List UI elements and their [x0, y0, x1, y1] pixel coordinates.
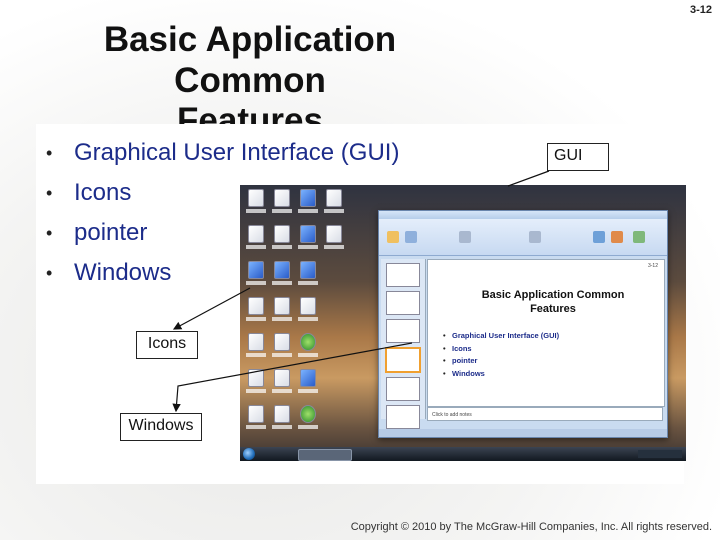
- copyright-notice: Copyright © 2010 by The McGraw-Hill Comp…: [350, 521, 712, 533]
- callout-arrows: [172, 170, 550, 413]
- icons-arrow: [172, 287, 251, 330]
- slide: 3-12 Basic Application Common Features G…: [0, 0, 720, 540]
- gui-arrow: [507, 170, 550, 187]
- windows-arrow: [172, 342, 413, 413]
